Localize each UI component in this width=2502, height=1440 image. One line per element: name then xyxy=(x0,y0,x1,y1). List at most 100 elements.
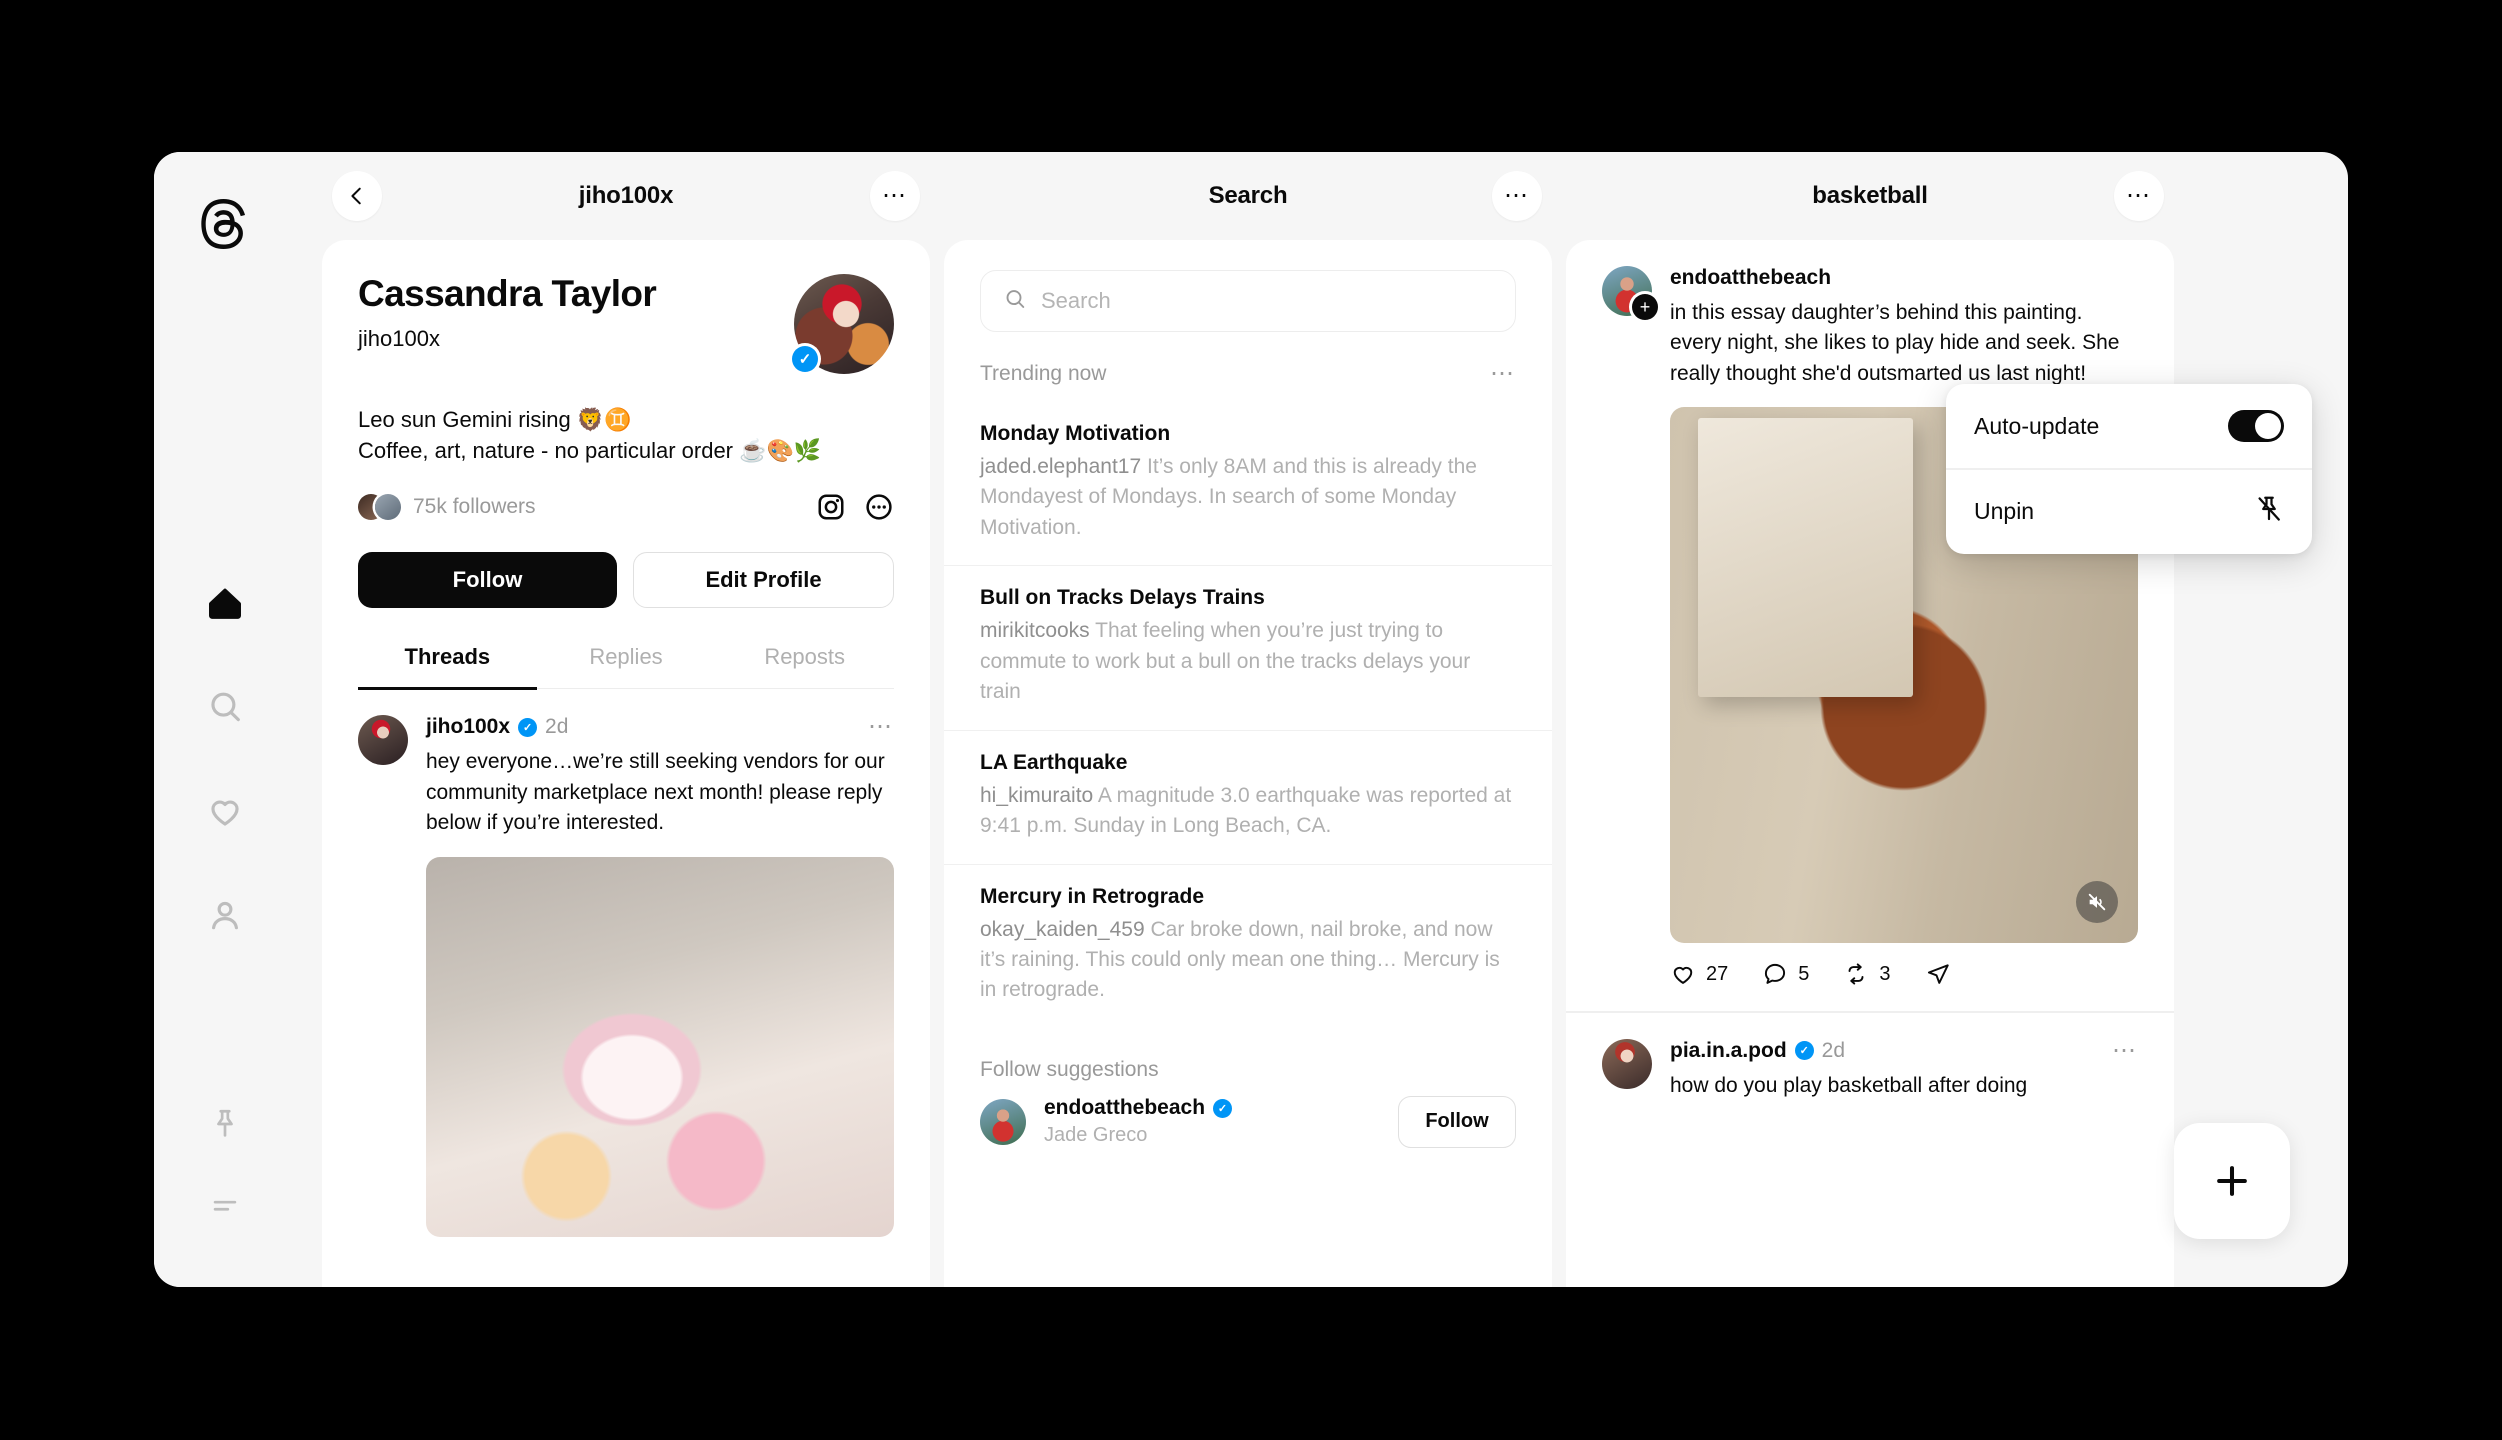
new-thread-button[interactable] xyxy=(2174,1123,2290,1239)
post-avatar[interactable] xyxy=(358,715,408,766)
post-avatar[interactable] xyxy=(1602,1038,1652,1089)
trending-item[interactable]: Mercury in Retrograde okay_kaiden_459 Ca… xyxy=(944,863,1552,1028)
desktop-background: jiho100x ⋯ Cassandra Taylor jiho100x ✓ L… xyxy=(0,0,2502,1440)
follower-avatar xyxy=(375,494,401,521)
back-arrow-icon[interactable] xyxy=(332,171,382,221)
post-text: hey everyone…we’re still seeking vendors… xyxy=(426,750,885,835)
page-title: Search xyxy=(1208,182,1288,209)
post-more-icon[interactable]: ⋯ xyxy=(2112,1038,2138,1063)
page-title: jiho100x xyxy=(578,182,674,209)
share-button[interactable] xyxy=(1925,961,1951,987)
trending-item-desc: jaded.elephant17 It’s only 8AM and this … xyxy=(980,452,1516,543)
verified-badge-icon: ✓ xyxy=(792,346,818,372)
column-profile: jiho100x ⋯ Cassandra Taylor jiho100x ✓ L… xyxy=(322,152,930,1287)
trending-item-title: Monday Motivation xyxy=(980,422,1171,445)
trending-more-icon[interactable]: ⋯ xyxy=(1490,362,1516,386)
profile-display-name: Cassandra Taylor xyxy=(358,273,657,314)
post-item[interactable]: + endoatthebeach in this essay daughter’… xyxy=(1566,240,2174,1011)
profile-handle: jiho100x xyxy=(358,325,440,351)
profile-bio-line-2: Coffee, art, nature - no particular orde… xyxy=(358,438,822,464)
menu-item-unpin[interactable]: Unpin xyxy=(1946,470,2312,554)
suggestions-header: Follow suggestions xyxy=(944,1028,1552,1088)
search-box[interactable] xyxy=(980,270,1516,332)
profile-action-buttons: Follow Edit Profile xyxy=(358,552,894,609)
trending-item[interactable]: LA Earthquake hi_kimuraito A magnitude 3… xyxy=(944,729,1552,864)
column-basketball: basketball ⋯ + endoatthebeach in this es… xyxy=(1566,152,2174,1287)
trending-item[interactable]: Monday Motivation jaded.elephant17 It’s … xyxy=(944,402,1552,565)
menu-item-label: Unpin xyxy=(1974,498,2035,524)
trending-item-desc: okay_kaiden_459 Car broke down, nail bro… xyxy=(980,915,1516,1006)
post-more-icon[interactable]: ⋯ xyxy=(868,715,894,739)
suggestion-name: Jade Greco xyxy=(1044,1124,1148,1147)
ellipsis-icon[interactable]: ⋯ xyxy=(1492,171,1542,221)
menu-item-auto-update[interactable]: Auto-update xyxy=(1946,384,2312,468)
follower-avatars xyxy=(358,494,401,521)
post-image-craft xyxy=(426,856,894,1237)
comment-icon xyxy=(1765,964,1786,985)
post-username[interactable]: jiho100x xyxy=(426,715,510,739)
like-button[interactable]: 27 xyxy=(1670,961,1728,987)
trending-item-desc: hi_kimuraito A magnitude 3.0 earthquake … xyxy=(980,781,1516,842)
ellipsis-circle-icon[interactable] xyxy=(864,492,894,522)
profile-section: Cassandra Taylor jiho100x ✓ Leo sun Gemi… xyxy=(322,240,930,690)
plus-badge-icon[interactable]: + xyxy=(1632,294,1658,320)
threads-app-window: jiho100x ⋯ Cassandra Taylor jiho100x ✓ L… xyxy=(154,152,2348,1287)
heart-icon xyxy=(1673,967,1693,985)
sidebar-item-more[interactable] xyxy=(179,1179,271,1231)
trending-item-desc: mirikitcooks That feeling when you’re ju… xyxy=(980,616,1516,707)
post-username[interactable]: endoatthebeach xyxy=(1670,266,1831,290)
sidebar-item-home[interactable] xyxy=(179,562,271,644)
sidebar-item-pinned[interactable] xyxy=(179,1083,271,1165)
reply-button[interactable]: 5 xyxy=(1762,961,1809,987)
avatar[interactable]: ✓ xyxy=(792,274,894,374)
sidebar-item-search[interactable] xyxy=(179,666,271,748)
sidebar-item-activity[interactable] xyxy=(179,770,271,852)
follow-button[interactable]: Follow xyxy=(1398,1095,1516,1148)
column-options-menu: Auto-update Unpin xyxy=(1946,384,2312,554)
basketball-column-header: basketball ⋯ xyxy=(1566,152,2174,240)
follower-count[interactable]: 75k followers xyxy=(413,495,536,519)
tab-replies[interactable]: Replies xyxy=(537,644,716,688)
tab-threads[interactable]: Threads xyxy=(358,644,537,690)
instagram-icon[interactable] xyxy=(816,492,846,522)
ellipsis-icon[interactable]: ⋯ xyxy=(2114,171,2164,221)
sidebar-item-profile[interactable] xyxy=(179,874,271,956)
profile-meta-row: 75k followers xyxy=(358,492,894,522)
trending-list: Monday Motivation jaded.elephant17 It’s … xyxy=(944,402,1552,1028)
post-item[interactable]: pia.in.a.pod ✓ 2d ⋯ how do you play bask… xyxy=(1566,1013,2174,1101)
trending-item-title: Bull on Tracks Delays Trains xyxy=(980,586,1265,610)
profile-tabs: Threads Replies Reposts xyxy=(358,644,894,690)
trending-item[interactable]: Bull on Tracks Delays Trains mirikitcook… xyxy=(944,565,1552,729)
verified-badge-icon: ✓ xyxy=(1213,1098,1233,1118)
post-text: how do you play basketball after doing xyxy=(1670,1073,2028,1097)
post-image[interactable] xyxy=(426,856,894,1237)
ellipsis-icon[interactable]: ⋯ xyxy=(870,171,920,221)
trending-item-user: okay_kaiden_459 xyxy=(980,917,1145,941)
edit-profile-button[interactable]: Edit Profile xyxy=(633,552,894,609)
threads-logo-icon[interactable] xyxy=(180,180,268,268)
sidebar-bottom xyxy=(154,1083,296,1231)
search-bar-wrap xyxy=(944,240,1552,332)
search-input[interactable] xyxy=(1041,288,1493,314)
suggestion-username[interactable]: endoatthebeach xyxy=(1044,1096,1205,1120)
mute-icon[interactable] xyxy=(2076,881,2118,924)
repost-icon xyxy=(1848,963,1864,985)
suggestion-avatar[interactable] xyxy=(980,1098,1026,1145)
repost-button[interactable]: 3 xyxy=(1843,961,1891,987)
suggestions-title: Follow suggestions xyxy=(980,1057,1159,1081)
post-username[interactable]: pia.in.a.pod xyxy=(1670,1039,1787,1063)
tab-reposts[interactable]: Reposts xyxy=(715,644,894,688)
share-icon xyxy=(1927,964,1949,985)
follow-button[interactable]: Follow xyxy=(358,552,617,609)
profile-column-header: jiho100x ⋯ xyxy=(322,152,930,240)
menu-item-label: Auto-update xyxy=(1974,412,2100,439)
column-search: Search ⋯ Search Trending now ⋯ Monday Mo… xyxy=(944,152,1552,1287)
trending-item-user: hi_kimuraito xyxy=(980,783,1094,807)
profile-bio-line-1: Leo sun Gemini rising 🦁♊️ xyxy=(358,407,632,432)
post-text: in this essay daughter’s behind this pai… xyxy=(1670,301,2120,385)
search-card: Trending now ⋯ Monday Motivation jaded.e… xyxy=(944,240,1552,1287)
trending-header: Trending now ⋯ xyxy=(944,332,1552,402)
list-item[interactable]: endoatthebeach ✓ Jade Greco Follow xyxy=(944,1088,1552,1148)
post-item[interactable]: jiho100x ✓ 2d ⋯ hey everyone…we’re still… xyxy=(322,689,930,1237)
auto-update-toggle[interactable] xyxy=(2228,410,2284,442)
